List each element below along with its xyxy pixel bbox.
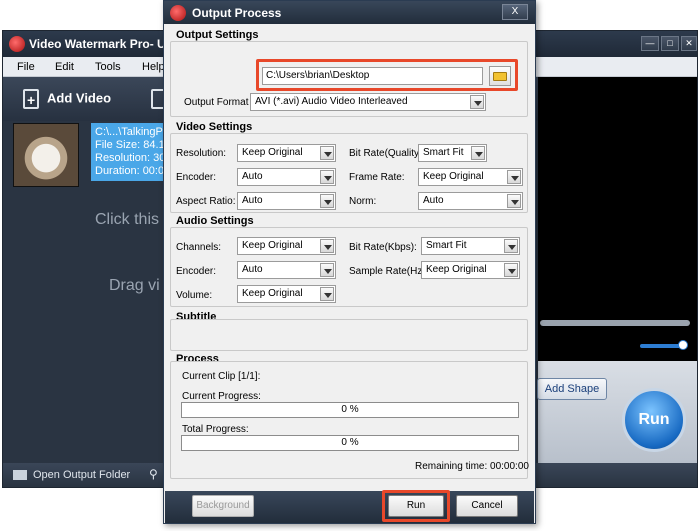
video-framerate-value: Keep Original (423, 171, 484, 182)
video-resolution-label: Resolution: (176, 148, 227, 159)
chevron-down-icon (320, 146, 334, 160)
menu-help[interactable]: Help (142, 61, 165, 73)
video-bitrate-select[interactable]: Smart Fit (418, 144, 487, 162)
video-aspect-label: Aspect Ratio: (176, 196, 236, 207)
maximize-button[interactable]: □ (661, 36, 679, 51)
background-button[interactable]: Background (192, 495, 254, 517)
audio-encoder-value: Auto (242, 264, 263, 275)
highlight-output-path (256, 59, 518, 91)
folder-icon (13, 470, 27, 481)
video-norm-label: Norm: (349, 196, 377, 207)
chevron-down-icon (320, 170, 334, 184)
video-bitrate-label: Bit Rate(Quality): (349, 148, 426, 159)
app-logo-icon (9, 36, 25, 52)
click-hint: Click this (95, 211, 160, 228)
audio-encoder-select[interactable]: Auto (237, 261, 336, 279)
video-norm-value: Auto (423, 195, 444, 206)
output-settings-header: Output Settings (176, 29, 259, 41)
audio-samplerate-value: Keep Original (426, 264, 487, 275)
audio-encoder-label: Encoder: (176, 266, 217, 277)
video-encoder-label: Encoder: (176, 172, 217, 183)
audio-samplerate-select[interactable]: Keep Original (421, 261, 520, 279)
volume-slider-knob[interactable] (678, 340, 688, 350)
video-framerate-select[interactable]: Keep Original (418, 168, 523, 186)
video-encoder-value: Auto (242, 171, 263, 182)
add-shape-button[interactable]: Add Shape (537, 378, 607, 400)
chevron-down-icon (320, 194, 334, 208)
audio-settings-header: Audio Settings (176, 215, 254, 227)
chevron-down-icon (507, 170, 521, 184)
remaining-time: Remaining time: 00:00:00 (415, 461, 529, 472)
add-video-label: Add Video (47, 90, 112, 106)
audio-volume-value: Keep Original (242, 288, 303, 299)
chevron-down-icon (504, 263, 518, 277)
current-clip-label: Current Clip [1/1]: (182, 371, 261, 382)
add-file-icon (23, 89, 39, 109)
chevron-down-icon (504, 239, 518, 253)
chevron-down-icon (320, 239, 334, 253)
chevron-down-icon (507, 194, 521, 208)
dialog-title: Output Process (192, 6, 282, 20)
add-video-button[interactable]: Add Video (23, 89, 111, 109)
audio-volume-select[interactable]: Keep Original (237, 285, 336, 303)
video-aspect-value: Auto (242, 195, 263, 206)
video-settings-header: Video Settings (176, 121, 253, 133)
main-window-title: Video Watermark Pro- Un (29, 37, 174, 51)
current-progress-bar: 0 % (181, 402, 519, 418)
chevron-down-icon (320, 263, 334, 277)
output-process-dialog: Output Process X Output Settings C:\User… (163, 0, 536, 524)
cancel-button[interactable]: Cancel (456, 495, 518, 517)
highlight-run-button (382, 490, 450, 522)
video-resolution-value: Keep Original (242, 147, 303, 158)
volume-icon[interactable]: ◀ (625, 340, 633, 351)
menu-edit[interactable]: Edit (55, 61, 74, 73)
current-progress-label: Current Progress: (182, 391, 261, 402)
close-icon[interactable]: ✕ (681, 36, 697, 51)
chevron-down-icon (320, 287, 334, 301)
audio-channels-label: Channels: (176, 242, 222, 253)
audio-channels-value: Keep Original (242, 240, 303, 251)
preview-progress-bar[interactable] (540, 320, 690, 326)
audio-bitrate-label: Bit Rate(Kbps): (349, 242, 417, 253)
run-big-button[interactable]: Run (622, 388, 686, 452)
app-logo-icon (170, 5, 186, 21)
search-icon[interactable]: ⚲ (149, 467, 158, 481)
total-progress-bar: 0 % (181, 435, 519, 451)
subtitle-group (170, 319, 528, 351)
audio-bitrate-select[interactable]: Smart Fit (421, 237, 520, 255)
video-bitrate-value: Smart Fit (423, 147, 464, 158)
output-format-value: AVI (*.avi) Audio Video Interleaved (255, 96, 408, 107)
dialog-close-button[interactable]: X (502, 4, 528, 20)
clip-thumbnail (13, 123, 79, 187)
chevron-down-icon (471, 146, 485, 160)
add-shape-label: Add Shape (544, 383, 600, 395)
audio-bitrate-value: Smart Fit (426, 240, 467, 251)
video-encoder-select[interactable]: Auto (237, 168, 336, 186)
dialog-titlebar: Output Process X (164, 1, 535, 24)
video-resolution-select[interactable]: Keep Original (237, 144, 336, 162)
video-aspect-select[interactable]: Auto (237, 192, 336, 210)
open-output-folder-button[interactable]: Open Output Folder (13, 469, 130, 481)
total-progress-label: Total Progress: (182, 424, 249, 435)
video-norm-select[interactable]: Auto (418, 192, 523, 210)
audio-volume-label: Volume: (176, 290, 213, 301)
menu-tools[interactable]: Tools (95, 61, 121, 73)
menu-file[interactable]: File (17, 61, 35, 73)
clip-list-item[interactable]: C:\...\TalkingPh File Size: 84.12 Resolu… (7, 123, 181, 187)
audio-channels-select[interactable]: Keep Original (237, 237, 336, 255)
open-output-folder-label: Open Output Folder (33, 469, 131, 481)
output-format-select[interactable]: AVI (*.avi) Audio Video Interleaved (250, 93, 486, 111)
output-format-label: Output Format : (184, 97, 255, 108)
audio-samplerate-label: Sample Rate(Hz): (349, 266, 429, 277)
video-framerate-label: Frame Rate: (349, 172, 405, 183)
chevron-down-icon (470, 95, 484, 109)
minimize-button[interactable]: — (641, 36, 659, 51)
drag-hint: Drag vi (109, 277, 160, 294)
